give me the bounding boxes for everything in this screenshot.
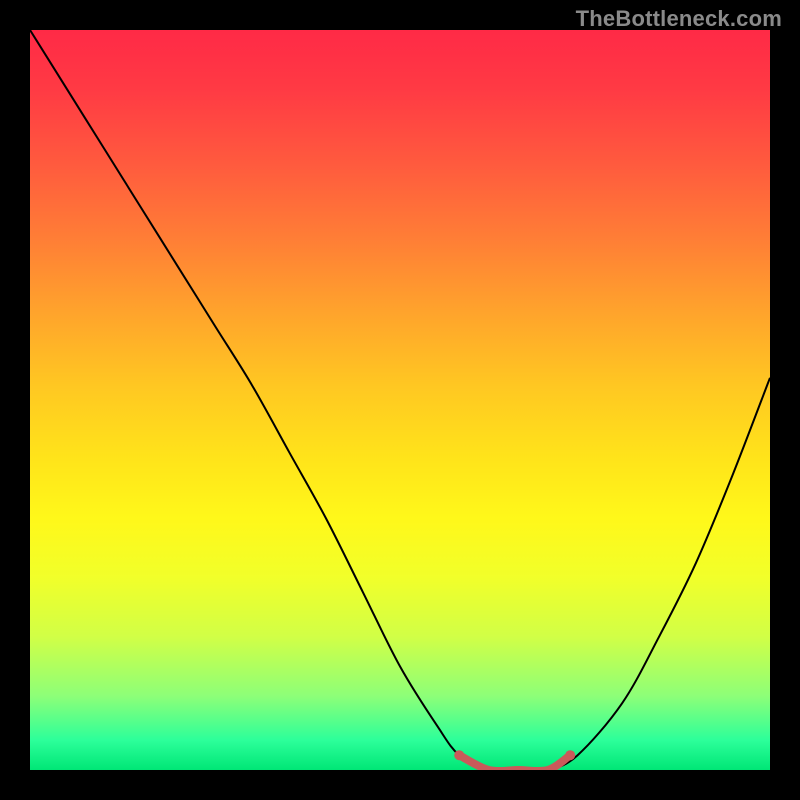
- curve-line: [30, 30, 770, 770]
- optimal-range-line: [459, 755, 570, 770]
- watermark-text: TheBottleneck.com: [576, 6, 782, 32]
- chart-svg: [30, 30, 770, 770]
- optimal-range-marker: [454, 750, 464, 760]
- optimal-range-marker: [565, 750, 575, 760]
- plot-area: [30, 30, 770, 770]
- chart-frame: { "watermark": "TheBottleneck.com", "cha…: [0, 0, 800, 800]
